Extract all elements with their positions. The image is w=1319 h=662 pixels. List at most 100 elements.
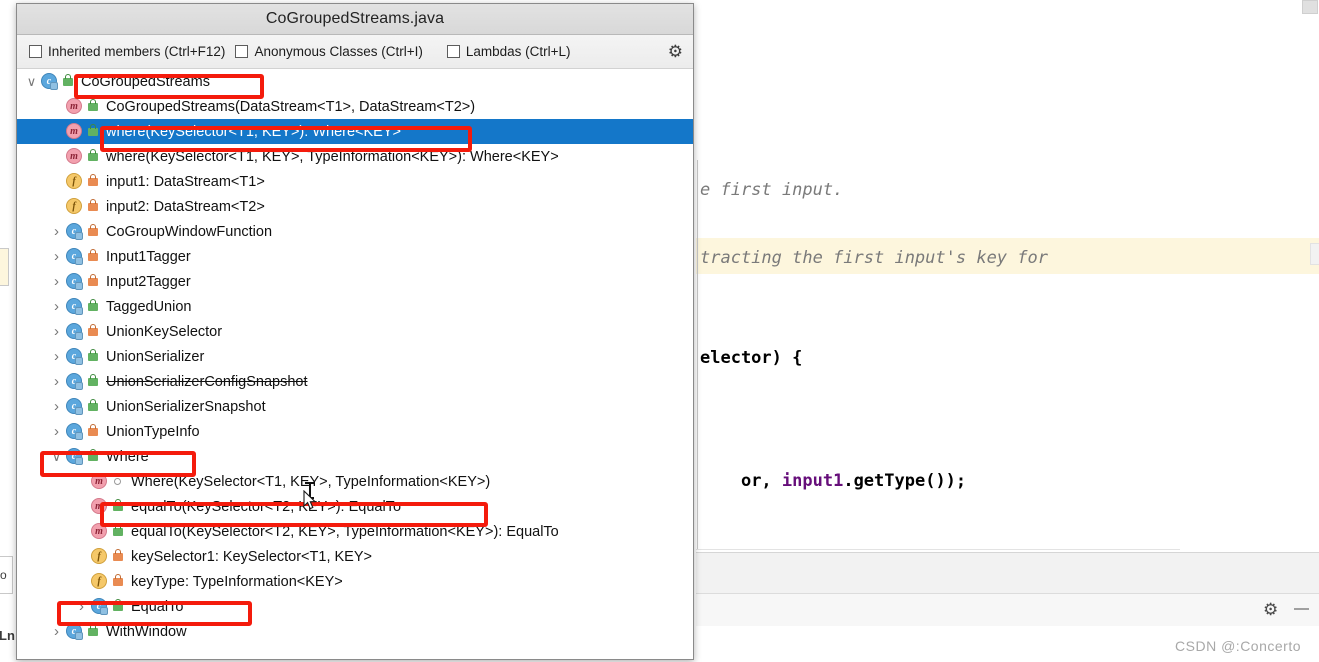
checkbox-box-inherited[interactable]: [29, 45, 42, 58]
class-icon: c: [65, 247, 84, 266]
chevron-right-icon[interactable]: ›: [48, 319, 65, 344]
editor-line-comment-1: e first input.: [700, 180, 844, 200]
tree-row-label: Input2Tagger: [106, 273, 191, 290]
private-visibility-icon: [86, 422, 101, 441]
tree-row[interactable]: › c UnionSerializer: [17, 344, 693, 369]
left-edge-fragment-ln: Ln: [0, 628, 15, 643]
private-visibility-icon: [86, 247, 101, 266]
chevron-right-icon[interactable]: ›: [48, 369, 65, 394]
public-visibility-icon: [86, 122, 101, 141]
private-visibility-icon: [86, 322, 101, 341]
tree-row[interactable]: › c TaggedUnion: [17, 294, 693, 319]
gear-icon[interactable]: ⚙: [668, 42, 683, 62]
checkbox-box-anonymous[interactable]: [235, 45, 249, 58]
left-panel-remnant-2: [0, 248, 9, 286]
tree-row-label: CoGroupedStreams(DataStream<T1>, DataStr…: [106, 98, 476, 115]
editor-line-signature: elector) {: [700, 348, 803, 368]
popup-title: CoGroupedStreams.java: [265, 10, 445, 27]
tree-row[interactable]: › c Input1Tagger: [17, 244, 693, 269]
chevron-right-icon[interactable]: ›: [48, 394, 65, 419]
field-icon: f: [65, 197, 84, 216]
tree-row[interactable]: m equalTo(KeySelector<T2, KEY>): EqualTo: [17, 494, 693, 519]
structure-popup-window: CoGroupedStreams.java Inherited members …: [16, 3, 694, 660]
public-visibility-icon: [86, 622, 101, 641]
method-icon: m: [90, 472, 109, 491]
class-icon: c: [40, 72, 59, 91]
method-icon: m: [90, 522, 109, 541]
tree-row[interactable]: m where(KeySelector<T1, KEY>, TypeInforma…: [17, 144, 693, 169]
checkbox-label-anonymous: Anonymous Classes (Ctrl+I): [254, 44, 423, 59]
checkbox-anonymous-classes[interactable]: Anonymous Classes (Ctrl+I): [235, 44, 423, 59]
tree-row[interactable]: f keySelector1: KeySelector<T1, KEY>: [17, 544, 693, 569]
tree-row[interactable]: › c UnionTypeInfo: [17, 419, 693, 444]
tree-row[interactable]: m CoGroupedStreams(DataStream<T1>, DataSt…: [17, 94, 693, 119]
chevron-right-icon[interactable]: ›: [48, 244, 65, 269]
tree-row[interactable]: › c WithWindow: [17, 619, 693, 644]
tree-row-label: WithWindow: [106, 623, 187, 640]
tree-row[interactable]: m where(KeySelector<T1, KEY>): Where<KEY>: [17, 119, 693, 144]
tree-row-label: Where: [106, 448, 149, 465]
tree-row[interactable]: › c EqualTo: [17, 594, 693, 619]
tree-row[interactable]: f input2: DataStream<T2>: [17, 194, 693, 219]
chevron-right-icon[interactable]: ›: [48, 294, 65, 319]
checkbox-box-lambdas[interactable]: [446, 45, 460, 58]
class-icon: c: [65, 297, 84, 316]
editor-line-gettype: or, input1.getType());: [700, 451, 966, 511]
left-edge-fragment-o: o: [0, 568, 7, 582]
minimize-icon[interactable]: —: [1294, 601, 1309, 616]
public-visibility-icon: [86, 347, 101, 366]
tree-row[interactable]: m equalTo(KeySelector<T2, KEY>, TypeInfor…: [17, 519, 693, 544]
class-icon: c: [65, 222, 84, 241]
tree-row-label: equalTo(KeySelector<T2, KEY>, TypeInform…: [131, 523, 559, 540]
field-icon: f: [90, 547, 109, 566]
tree-row[interactable]: › c CoGroupWindowFunction: [17, 219, 693, 244]
editor-line-comment-2: tracting the first input's key for: [700, 248, 1048, 268]
editor-fold-gutter: [697, 160, 698, 550]
tree-row[interactable]: › c UnionSerializerSnapshot: [17, 394, 693, 419]
tree-row[interactable]: › c UnionKeySelector: [17, 319, 693, 344]
tree-row-label: CoGroupedStreams: [81, 73, 210, 90]
public-visibility-icon: [111, 497, 126, 516]
private-visibility-icon: [86, 272, 101, 291]
class-icon: c: [90, 597, 109, 616]
tree-row[interactable]: m Where(KeySelector<T1, KEY>, TypeInforma…: [17, 469, 693, 494]
tree-row-label: equalTo(KeySelector<T2, KEY>): EqualTo: [131, 498, 402, 515]
tree-row[interactable]: › c Input2Tagger: [17, 269, 693, 294]
checkbox-inherited-members[interactable]: Inherited members (Ctrl+F12): [29, 44, 225, 59]
chevron-right-icon[interactable]: ›: [48, 344, 65, 369]
chevron-down-icon[interactable]: ∨: [48, 444, 65, 469]
chevron-right-icon[interactable]: ›: [48, 619, 65, 644]
tree-row-label: input1: DataStream<T1>: [106, 173, 265, 190]
tree-row[interactable]: f input1: DataStream<T1>: [17, 169, 693, 194]
class-icon: c: [65, 397, 84, 416]
chevron-right-icon[interactable]: ›: [48, 219, 65, 244]
gear-icon[interactable]: ⚙: [1263, 601, 1278, 618]
chevron-down-icon[interactable]: ∨: [23, 69, 40, 94]
method-icon: m: [65, 122, 84, 141]
chevron-right-icon[interactable]: ›: [73, 594, 90, 619]
public-visibility-icon: [86, 397, 101, 416]
public-visibility-icon: [86, 372, 101, 391]
tree-row[interactable]: ∨ c CoGroupedStreams: [17, 69, 693, 94]
checkbox-lambdas[interactable]: Lambdas (Ctrl+L): [446, 44, 571, 59]
tree-row-label: EqualTo: [131, 598, 184, 615]
tree-row[interactable]: ∨ c Where: [17, 444, 693, 469]
tree-row-label: CoGroupWindowFunction: [106, 223, 273, 240]
chevron-right-icon[interactable]: ›: [48, 419, 65, 444]
tree-row-label: Input1Tagger: [106, 248, 191, 265]
class-icon: c: [65, 272, 84, 291]
popup-titlebar: CoGroupedStreams.java: [17, 4, 693, 35]
class-icon: c: [65, 372, 84, 391]
tree-row[interactable]: › c UnionSerializerConfigSnapshot: [17, 369, 693, 394]
editor-separator: [696, 549, 1180, 550]
method-icon: m: [65, 147, 84, 166]
tree-row-label: UnionTypeInfo: [106, 423, 200, 440]
tree-row[interactable]: f keyType: TypeInformation<KEY>: [17, 569, 693, 594]
field-icon: f: [90, 572, 109, 591]
method-icon: m: [65, 97, 84, 116]
private-visibility-icon: [86, 197, 101, 216]
structure-tree[interactable]: ∨ c CoGroupedStreams m CoGroupedStreams(Data…: [17, 69, 693, 659]
scrollbar-thumb[interactable]: [1302, 0, 1318, 14]
bottom-tool-window: [696, 552, 1319, 594]
chevron-right-icon[interactable]: ›: [48, 269, 65, 294]
